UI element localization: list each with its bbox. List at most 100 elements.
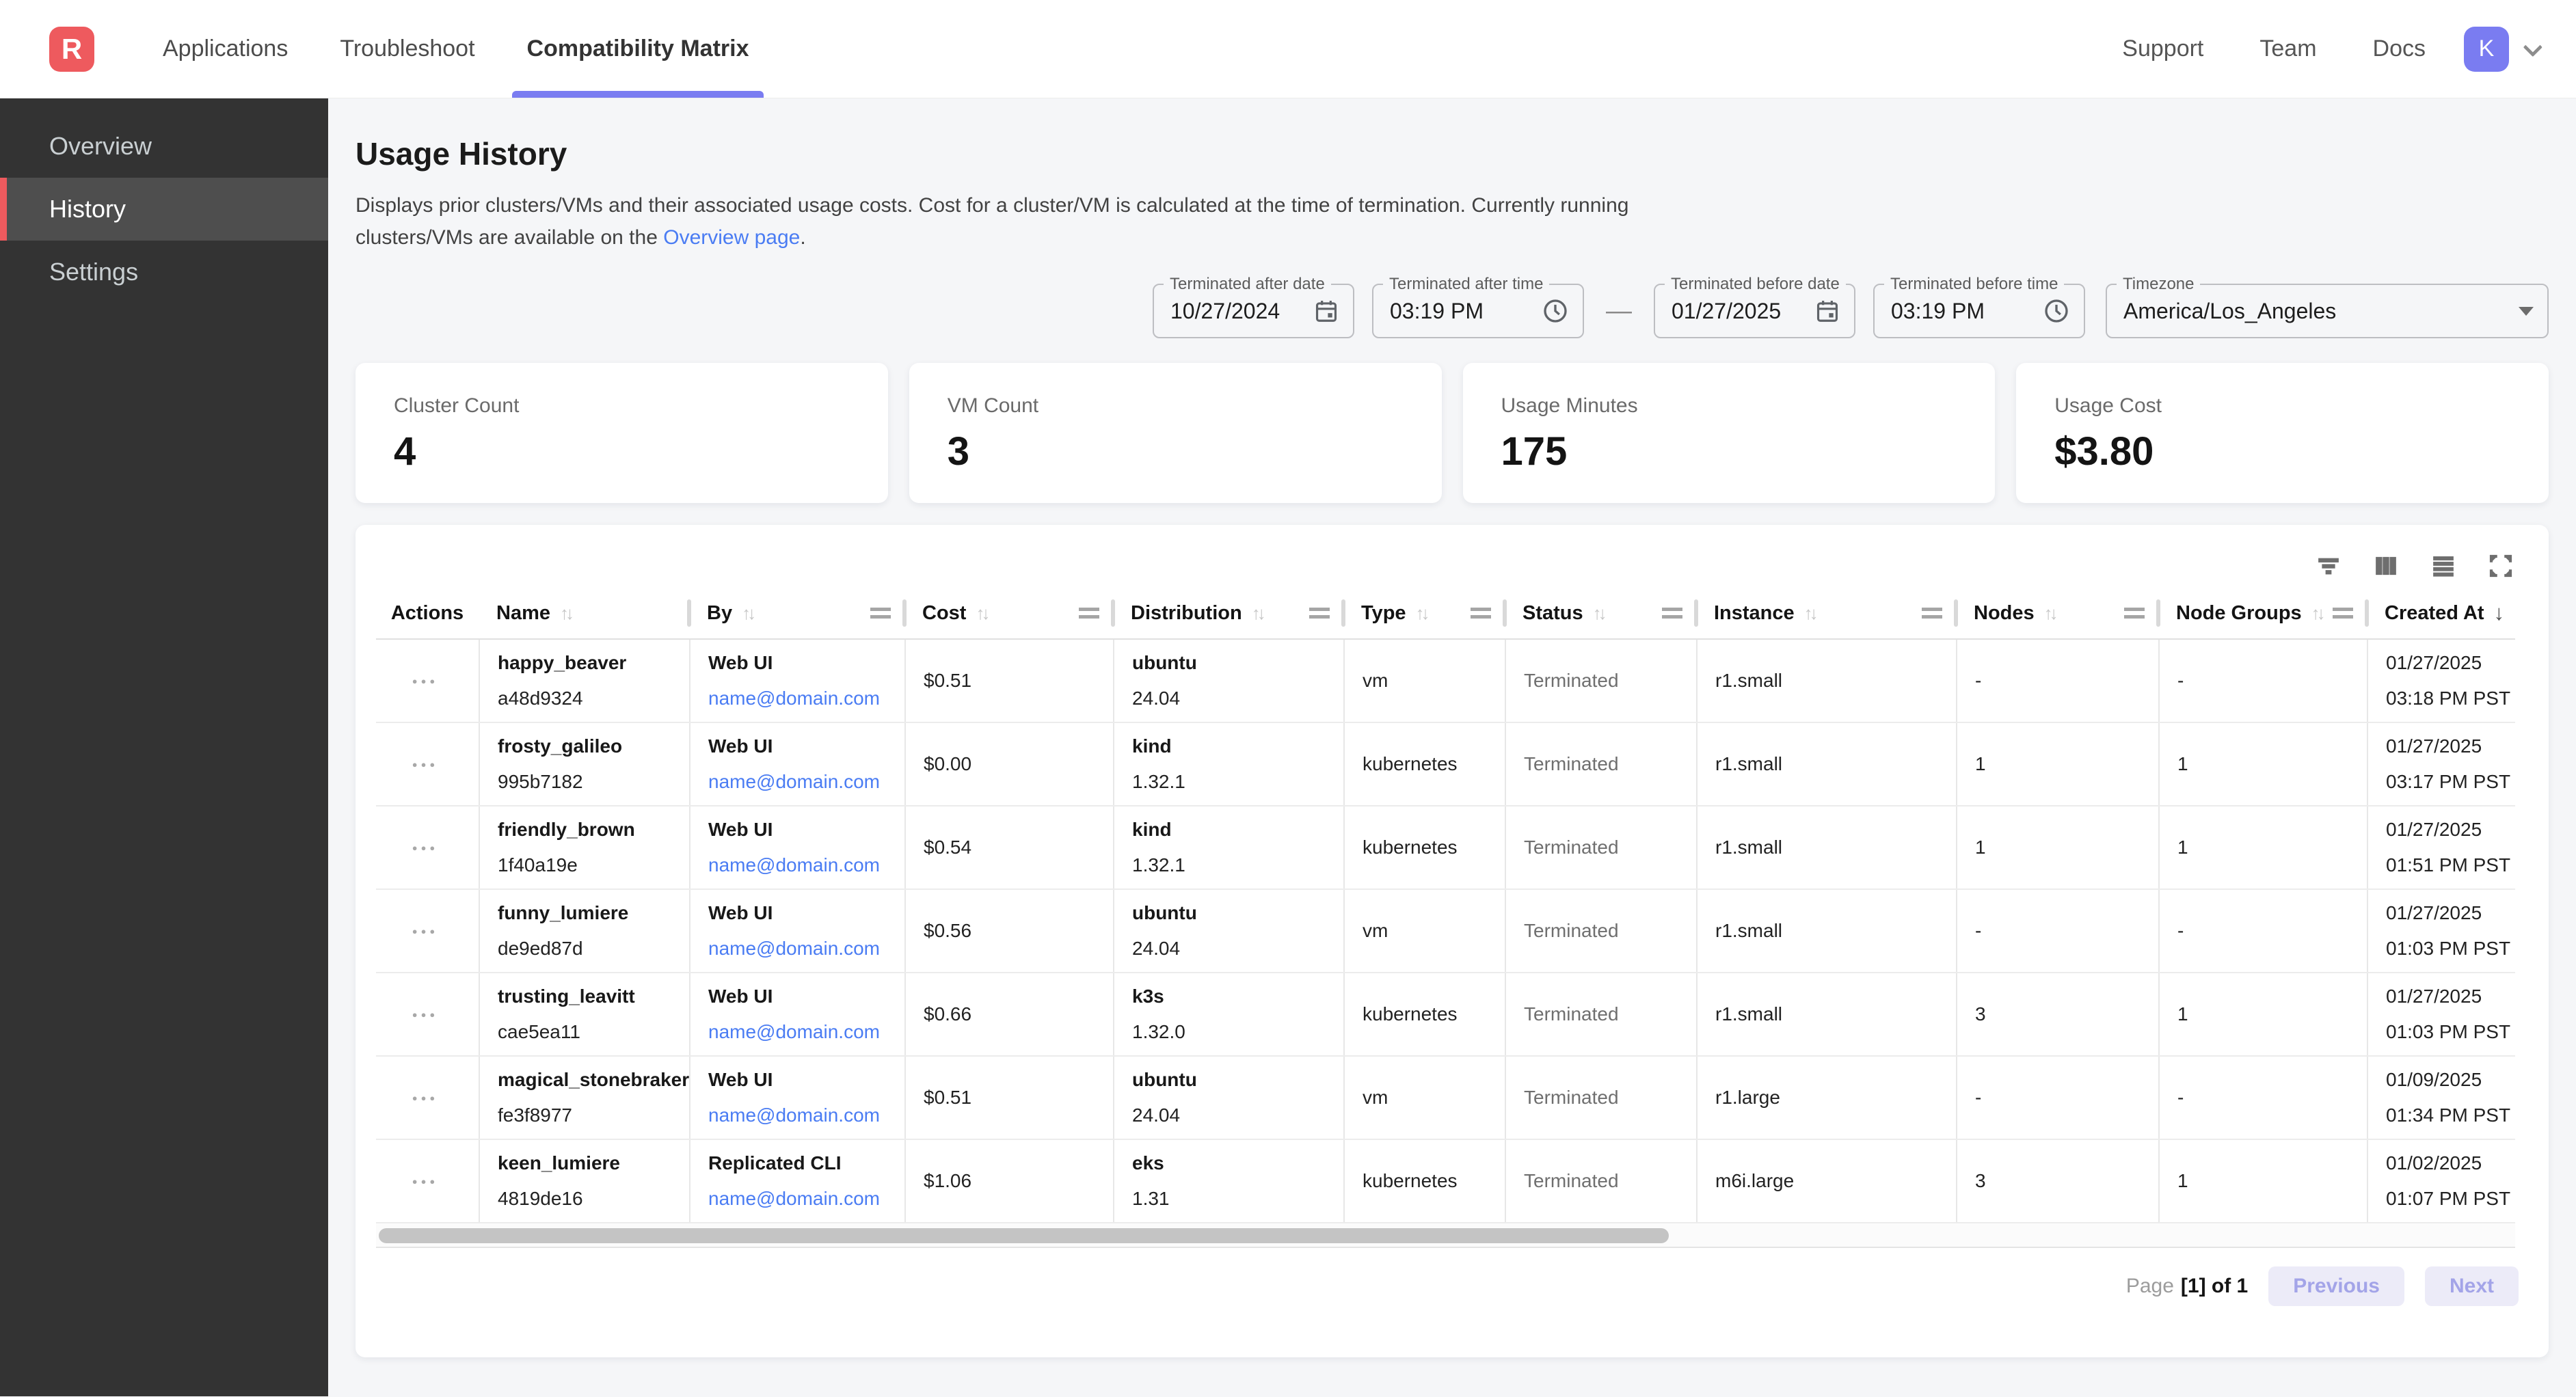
column-menu-icon[interactable] (1309, 608, 1330, 619)
instance-cell: r1.small (1696, 890, 1956, 972)
node-groups-value: - (2177, 920, 2363, 942)
clock-icon[interactable] (1542, 297, 1569, 325)
timezone-select[interactable]: Timezone America/Los_Angeles (2106, 284, 2549, 338)
cluster-id: 4819de16 (498, 1188, 685, 1210)
by-email-link[interactable]: name@domain.com (708, 1188, 900, 1210)
overview-page-link[interactable]: Overview page (663, 226, 800, 249)
created-at-cell: 01/27/202501:03 PM PST (2367, 973, 2515, 1055)
sort-icon[interactable]: ↑↓ (1804, 603, 1815, 624)
status-cell: Terminated (1505, 890, 1696, 972)
by-email-link[interactable]: name@domain.com (708, 1104, 900, 1126)
nav-support[interactable]: Support (2122, 36, 2203, 62)
by-email-link[interactable]: name@domain.com (708, 938, 900, 960)
column-menu-icon[interactable] (2124, 608, 2145, 619)
column-header-nodes[interactable]: Nodes↑↓ (1956, 588, 2158, 638)
data-grid: ActionsName↑↓By↑↓Cost↑↓Distribution↑↓Typ… (376, 588, 2515, 1248)
column-header-status[interactable]: Status↑↓ (1505, 588, 1696, 638)
node-groups-value: 1 (2177, 837, 2363, 858)
app-logo[interactable]: R (49, 27, 94, 72)
sidebar-item-history[interactable]: History (0, 178, 328, 241)
sidebar-item-settings[interactable]: Settings (0, 241, 328, 303)
row-actions-button[interactable]: ●●● (412, 676, 439, 686)
column-header-cost[interactable]: Cost↑↓ (904, 588, 1113, 638)
by-cell: Replicated CLIname@domain.com (689, 1140, 904, 1222)
column-menu-icon[interactable] (870, 608, 891, 619)
terminated-after-time-field[interactable]: Terminated after time 03:19 PM (1372, 284, 1584, 338)
distribution-name: ubuntu (1132, 1069, 1339, 1091)
cost-cell: $0.54 (904, 806, 1113, 889)
sidebar-item-overview[interactable]: Overview (0, 115, 328, 178)
row-actions-button[interactable]: ●●● (412, 1093, 439, 1103)
horizontal-scrollbar[interactable] (376, 1223, 2515, 1248)
column-header-by[interactable]: By↑↓ (689, 588, 904, 638)
sort-icon[interactable]: ↑↓ (1416, 603, 1427, 624)
sort-icon[interactable]: ↑↓ (2044, 603, 2055, 624)
chevron-down-icon[interactable] (2523, 38, 2543, 57)
by-source: Web UI (708, 1069, 900, 1091)
node-groups-value: 1 (2177, 1003, 2363, 1025)
nav-compatibility-matrix[interactable]: Compatibility Matrix (520, 0, 756, 98)
by-email-link[interactable]: name@domain.com (708, 688, 900, 709)
nav-team[interactable]: Team (2259, 36, 2316, 62)
density-icon[interactable] (2428, 551, 2458, 581)
column-menu-icon[interactable] (1662, 608, 1682, 619)
nav-troubleshoot[interactable]: Troubleshoot (333, 0, 481, 98)
by-email-link[interactable]: name@domain.com (708, 854, 900, 876)
column-menu-icon[interactable] (1471, 608, 1491, 619)
scrollbar-thumb[interactable] (379, 1228, 1669, 1243)
stat-card-vm-count: VM Count 3 (909, 363, 1442, 503)
previous-page-button[interactable]: Previous (2268, 1266, 2404, 1306)
created-at-cell: 01/09/202501:34 PM PST (2367, 1057, 2515, 1139)
sort-icon[interactable]: ↑↓ (742, 603, 753, 624)
sort-icon[interactable]: ↑↓ (2311, 603, 2322, 624)
columns-icon[interactable] (2371, 551, 2401, 581)
main-content: Usage History Displays prior clusters/VM… (328, 98, 2576, 1396)
stat-card-usage-cost: Usage Cost $3.80 (2016, 363, 2549, 503)
by-email-link[interactable]: name@domain.com (708, 771, 900, 793)
nav-docs[interactable]: Docs (2373, 36, 2426, 62)
filter-icon[interactable] (2313, 551, 2344, 581)
by-email-link[interactable]: name@domain.com (708, 1021, 900, 1043)
sort-icon[interactable]: ↑↓ (560, 603, 571, 624)
sort-desc-icon[interactable]: ↓ (2494, 601, 2505, 625)
calendar-icon[interactable] (1313, 298, 1339, 324)
cost-cell: $1.06 (904, 1140, 1113, 1222)
column-menu-icon[interactable] (1922, 608, 1942, 619)
node-groups-value: 1 (2177, 1170, 2363, 1192)
column-header-distribution[interactable]: Distribution↑↓ (1113, 588, 1343, 638)
page-description: Displays prior clusters/VMs and their as… (355, 190, 1648, 254)
column-header-instance[interactable]: Instance↑↓ (1696, 588, 1956, 638)
column-header-created-at[interactable]: Created At↓ (2367, 588, 2515, 638)
status-cell: Terminated (1505, 973, 1696, 1055)
dropdown-caret-icon[interactable] (2519, 307, 2534, 316)
clock-icon[interactable] (2043, 297, 2070, 325)
column-menu-icon[interactable] (2333, 608, 2353, 619)
terminated-before-time-field[interactable]: Terminated before time 03:19 PM (1873, 284, 2085, 338)
terminated-before-date-field[interactable]: Terminated before date 01/27/2025 (1654, 284, 1855, 338)
calendar-icon[interactable] (1814, 298, 1840, 324)
row-actions-button[interactable]: ●●● (412, 843, 439, 853)
sort-icon[interactable]: ↑↓ (976, 603, 987, 624)
column-header-name[interactable]: Name↑↓ (479, 588, 689, 638)
row-actions-button[interactable]: ●●● (412, 1009, 439, 1020)
table-body: ●●●happy_beavera48d9324Web UIname@domain… (376, 640, 2515, 1223)
column-menu-icon[interactable] (1079, 608, 1099, 619)
logo-letter: R (62, 33, 82, 66)
column-header-type[interactable]: Type↑↓ (1343, 588, 1505, 638)
row-actions-button[interactable]: ●●● (412, 926, 439, 936)
created-time: 01:03 PM PST (2386, 1021, 2511, 1043)
sort-icon[interactable]: ↑↓ (1593, 603, 1604, 624)
row-actions-button[interactable]: ●●● (412, 759, 439, 770)
column-header-node-groups[interactable]: Node Groups↑↓ (2158, 588, 2367, 638)
avatar[interactable]: K (2464, 27, 2509, 72)
status-badge: Terminated (1524, 753, 1692, 775)
by-source: Web UI (708, 735, 900, 757)
terminated-after-date-field[interactable]: Terminated after date 10/27/2024 (1153, 284, 1354, 338)
nav-applications[interactable]: Applications (156, 0, 295, 98)
column-header-actions: Actions (376, 588, 479, 638)
by-cell: Web UIname@domain.com (689, 640, 904, 722)
fullscreen-icon[interactable] (2486, 551, 2516, 581)
sort-icon[interactable]: ↑↓ (1252, 603, 1263, 624)
next-page-button[interactable]: Next (2425, 1266, 2519, 1306)
row-actions-button[interactable]: ●●● (412, 1176, 439, 1186)
